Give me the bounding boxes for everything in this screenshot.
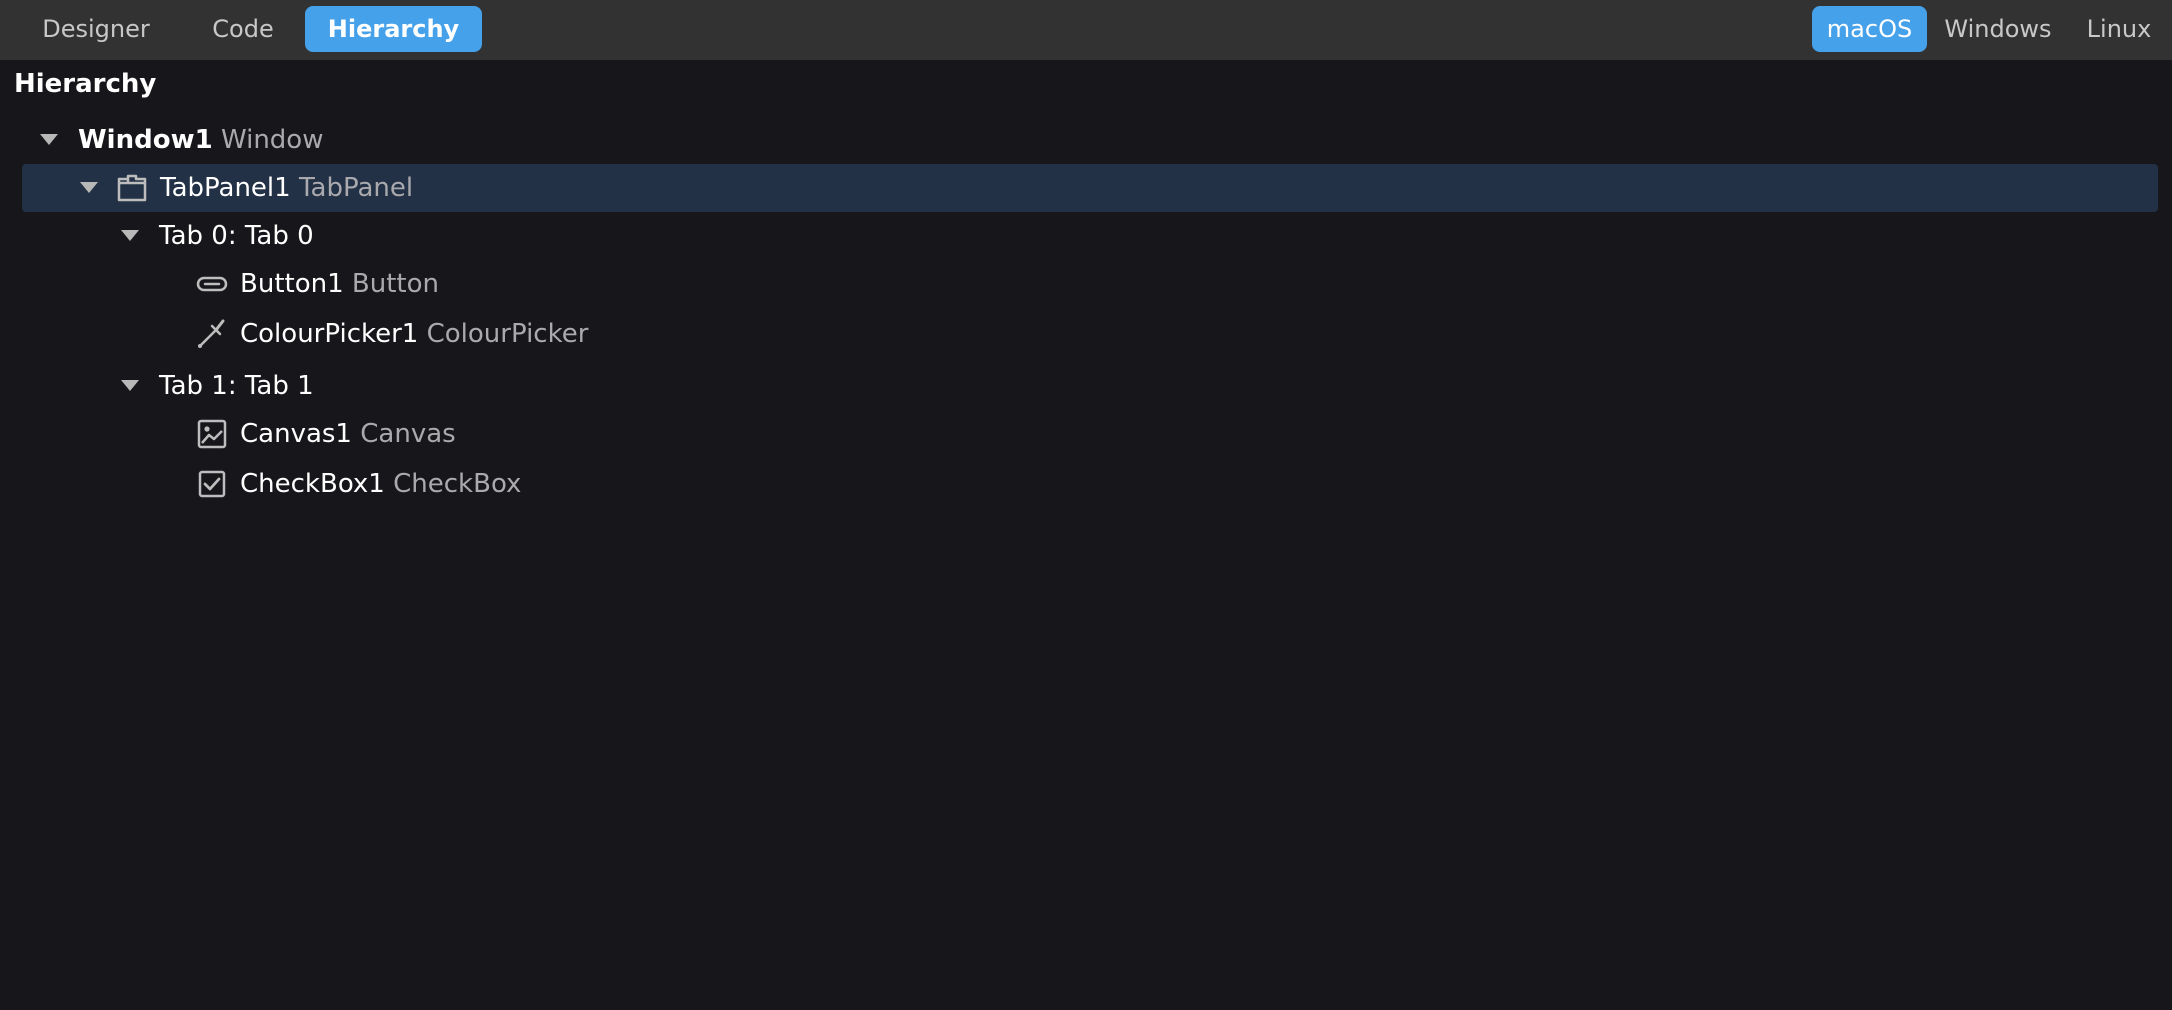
tree-row-tab1[interactable]: Tab 1: Tab 1 bbox=[0, 362, 2172, 410]
tree-row-label: Button1 Button bbox=[240, 260, 439, 308]
eyedropper-icon bbox=[195, 317, 229, 351]
tree-row-label: Window1 Window bbox=[78, 116, 323, 164]
checkbox-icon bbox=[195, 467, 229, 501]
tab-code[interactable]: Code bbox=[190, 6, 296, 52]
tab-hierarchy[interactable]: Hierarchy bbox=[305, 6, 482, 52]
tree-row-checkbox1[interactable]: CheckBox1 CheckBox bbox=[0, 460, 2172, 508]
top-toolbar: Designer Code Hierarchy macOS Windows Li… bbox=[0, 0, 2172, 60]
node-name: ColourPicker1 bbox=[240, 319, 419, 349]
panel-title: Hierarchy bbox=[14, 69, 157, 99]
tree-row-canvas1[interactable]: Canvas1 Canvas bbox=[0, 410, 2172, 458]
node-type: ColourPicker bbox=[426, 319, 589, 349]
platform-macos-button[interactable]: macOS bbox=[1812, 6, 1927, 52]
node-name: Button1 bbox=[240, 269, 344, 299]
tree-row-window1[interactable]: Window1 Window bbox=[0, 116, 2172, 164]
expand-caret-icon[interactable] bbox=[80, 182, 98, 193]
tree-row-label: Canvas1 Canvas bbox=[240, 410, 456, 458]
tree-row-tabpanel1[interactable]: TabPanel1 TabPanel bbox=[0, 164, 2172, 212]
node-name: TabPanel1 bbox=[160, 173, 291, 203]
node-name: Tab 0: Tab 0 bbox=[159, 221, 314, 251]
node-type: Button bbox=[351, 269, 439, 299]
tree-row-tab0[interactable]: Tab 0: Tab 0 bbox=[0, 212, 2172, 260]
tabpanel-icon bbox=[115, 171, 149, 205]
node-type: TabPanel bbox=[298, 173, 414, 203]
node-type: Canvas bbox=[360, 419, 456, 449]
tree-row-button1[interactable]: Button1 Button bbox=[0, 260, 2172, 308]
tab-designer[interactable]: Designer bbox=[26, 6, 166, 52]
node-type: Window bbox=[220, 125, 324, 155]
tree-row-label: TabPanel1 TabPanel bbox=[160, 164, 413, 212]
tree-row-colourpicker1[interactable]: ColourPicker1 ColourPicker bbox=[0, 310, 2172, 358]
node-type: CheckBox bbox=[393, 469, 522, 499]
image-icon bbox=[195, 417, 229, 451]
tree-row-label: Tab 1: Tab 1 bbox=[159, 362, 314, 410]
node-name: Window1 bbox=[78, 125, 213, 155]
tree-row-label: ColourPicker1 ColourPicker bbox=[240, 310, 588, 358]
platform-linux-button[interactable]: Linux bbox=[2074, 6, 2164, 52]
node-name: Tab 1: Tab 1 bbox=[159, 371, 314, 401]
node-name: Canvas1 bbox=[240, 419, 352, 449]
button-icon bbox=[195, 267, 229, 301]
node-name: CheckBox1 bbox=[240, 469, 385, 499]
expand-caret-icon[interactable] bbox=[121, 380, 139, 391]
expand-caret-icon[interactable] bbox=[121, 230, 139, 241]
expand-caret-icon[interactable] bbox=[40, 134, 58, 145]
tree-row-label: Tab 0: Tab 0 bbox=[159, 212, 314, 260]
platform-windows-button[interactable]: Windows bbox=[1936, 6, 2060, 52]
tree-row-label: CheckBox1 CheckBox bbox=[240, 460, 521, 508]
